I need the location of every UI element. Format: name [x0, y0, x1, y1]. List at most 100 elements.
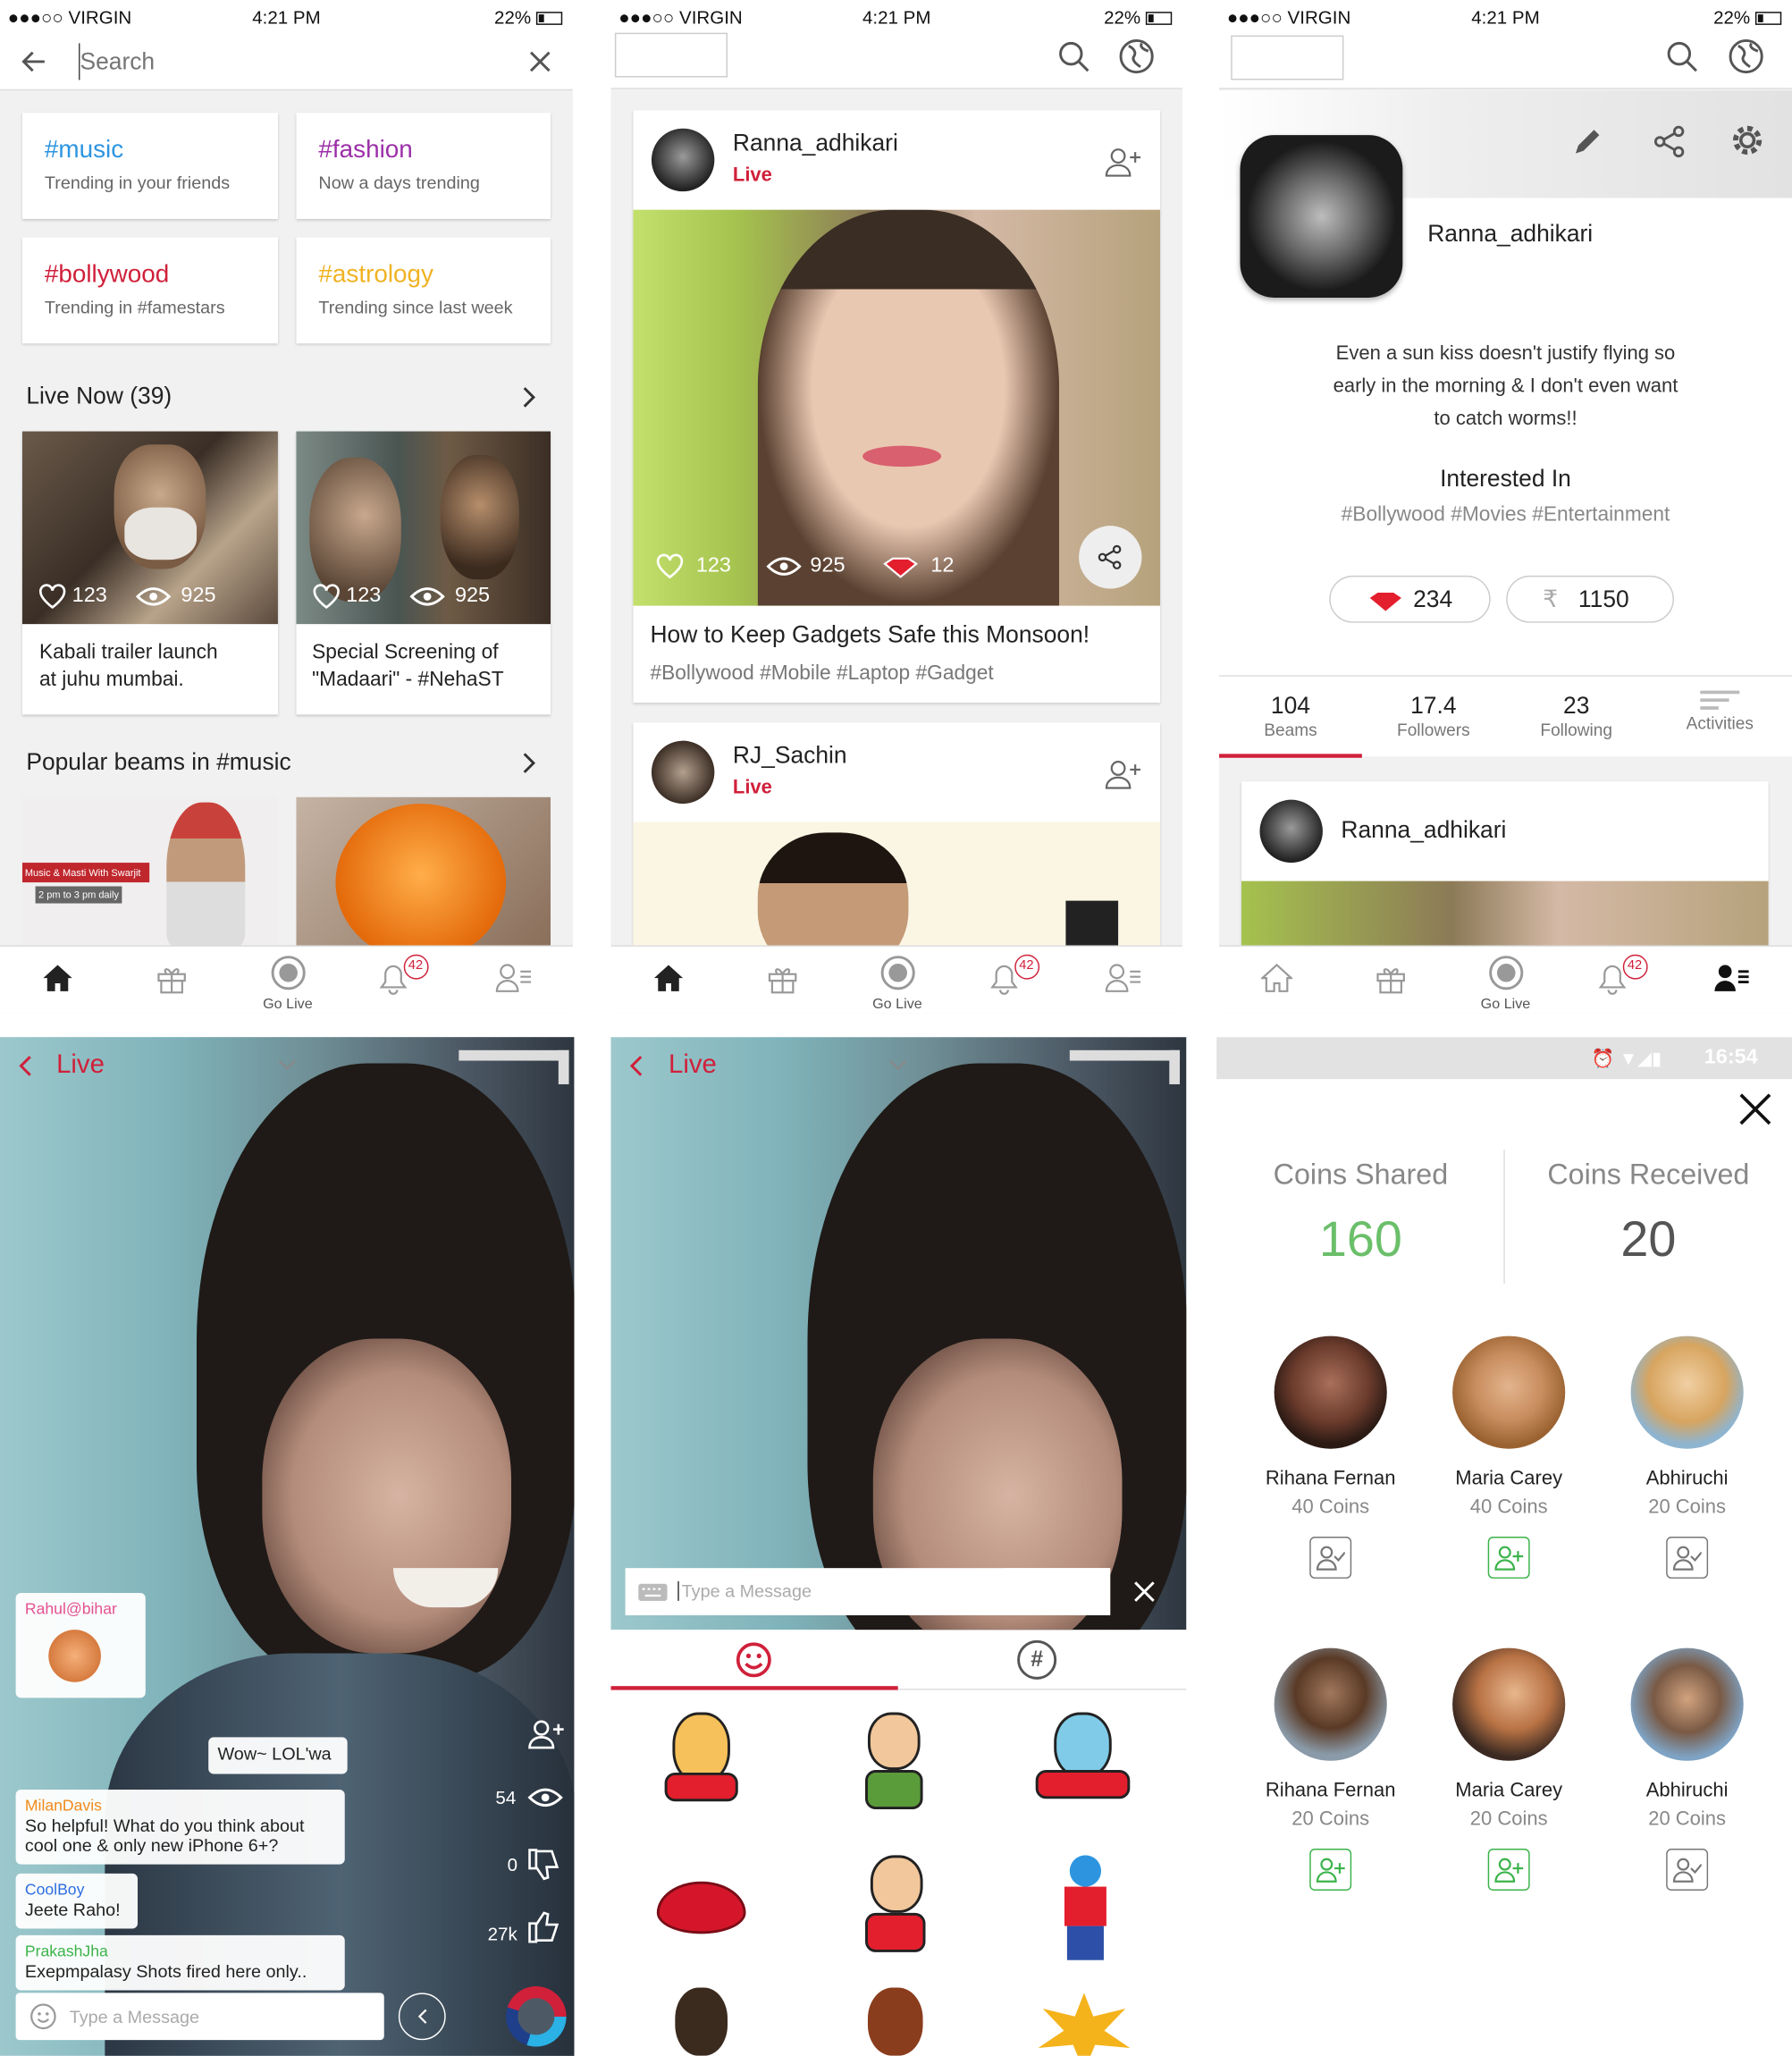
- profile-avatar[interactable]: [1240, 135, 1403, 298]
- nav-home[interactable]: [0, 947, 114, 1014]
- back-chevron-icon[interactable]: [17, 1054, 33, 1077]
- popular-thumbnail[interactable]: Music & Masti With Swarjit 2 pm to 3 pm …: [21, 796, 278, 948]
- go-live-ring-button[interactable]: [506, 1986, 567, 2047]
- back-chevron-icon[interactable]: [628, 1054, 644, 1077]
- sticker-buzz-off[interactable]: [842, 1855, 946, 1959]
- search-icon[interactable]: [1665, 39, 1699, 73]
- chevron-right-icon[interactable]: [522, 751, 538, 774]
- sticker-lips[interactable]: [649, 1855, 753, 1959]
- message-input[interactable]: Type a Message: [625, 1568, 1111, 1615]
- collapse-button[interactable]: [398, 1993, 446, 2041]
- nav-gifts[interactable]: [114, 947, 229, 1014]
- search-input[interactable]: [79, 43, 473, 80]
- search-screen: ●●●○○ VIRGIN 4:21 PM 22% #music Trending …: [0, 0, 573, 1014]
- tab-following[interactable]: 23 Following: [1505, 677, 1648, 758]
- gems-pill[interactable]: 234: [1329, 575, 1491, 623]
- following-button[interactable]: [1666, 1536, 1709, 1579]
- battery: 22%: [1713, 6, 1782, 28]
- clock: 4:21 PM: [252, 6, 321, 28]
- thumbs-down-icon[interactable]: [525, 1845, 564, 1884]
- follow-button[interactable]: [1309, 1849, 1352, 1891]
- dislike-count: 0: [507, 1853, 518, 1875]
- follow-button[interactable]: [1487, 1849, 1530, 1891]
- post-username[interactable]: Ranna_adhikari: [1341, 817, 1506, 845]
- tag-card-astrology[interactable]: #astrology Trending since last week: [296, 237, 551, 344]
- avatar[interactable]: [651, 740, 715, 805]
- sticker-girl[interactable]: [842, 1987, 946, 2056]
- corner-tag: [459, 1049, 569, 1084]
- sticker-duuuude[interactable]: [1031, 1712, 1135, 1817]
- tag-card-music[interactable]: #music Trending in your friends: [21, 113, 278, 219]
- edit-pencil-icon[interactable]: [1570, 124, 1604, 158]
- nav-home[interactable]: [1219, 947, 1333, 1014]
- sticker-punch[interactable]: [1031, 1988, 1135, 2056]
- tab-emoji[interactable]: [610, 1630, 898, 1690]
- avatar[interactable]: [1630, 1647, 1744, 1761]
- share-button[interactable]: [1079, 526, 1142, 589]
- following-button[interactable]: [1666, 1849, 1709, 1891]
- sticker-mind-it[interactable]: [842, 1712, 946, 1817]
- nav-gifts[interactable]: [725, 947, 839, 1014]
- live-card[interactable]: 123 925 Special Screening of "Madaari" -…: [296, 431, 551, 715]
- smiley-icon[interactable]: [29, 2002, 57, 2031]
- chevron-down-icon[interactable]: [888, 1058, 908, 1072]
- post-username[interactable]: RJ_Sachin: [733, 742, 847, 770]
- gear-icon[interactable]: [1728, 121, 1767, 160]
- tag-card-bollywood[interactable]: #bollywood Trending in #famestars: [21, 237, 278, 344]
- search-icon[interactable]: [1056, 39, 1090, 73]
- follow-user-icon[interactable]: [1105, 759, 1141, 790]
- rupee-pill[interactable]: ₹ 1150: [1506, 575, 1674, 623]
- chevron-down-icon[interactable]: [276, 1058, 297, 1072]
- nav-notifications[interactable]: 42: [1555, 947, 1670, 1014]
- share-icon[interactable]: [1653, 124, 1687, 158]
- tab-hashtag[interactable]: #: [898, 1630, 1187, 1689]
- nav-go-live[interactable]: Go Live: [231, 947, 345, 1014]
- tab-followers[interactable]: 17.4 Followers: [1362, 677, 1505, 758]
- tab-beams[interactable]: 104 Beams: [1219, 677, 1362, 758]
- hashtag-icon: #: [1017, 1639, 1057, 1680]
- post-image[interactable]: 123 925 12: [633, 209, 1161, 606]
- add-user-icon[interactable]: [527, 1719, 567, 1750]
- keyboard-icon[interactable]: [637, 1582, 669, 1602]
- post-title[interactable]: How to Keep Gadgets Safe this Monsoon!: [650, 621, 1090, 649]
- avatar[interactable]: [1274, 1336, 1387, 1449]
- post-username[interactable]: Ranna_adhikari: [733, 130, 898, 157]
- following-button[interactable]: [1309, 1536, 1352, 1579]
- globe-icon[interactable]: [1728, 38, 1764, 75]
- battery: 22%: [494, 6, 563, 28]
- profile-post-card[interactable]: Ranna_adhikari: [1241, 781, 1769, 952]
- globe-icon[interactable]: [1118, 38, 1155, 75]
- nav-home[interactable]: [610, 947, 725, 1014]
- nav-gifts[interactable]: [1333, 947, 1448, 1014]
- nav-notifications[interactable]: 42: [335, 947, 450, 1014]
- nav-profile[interactable]: [456, 947, 570, 1014]
- avatar[interactable]: [1452, 1336, 1566, 1449]
- chevron-right-icon[interactable]: [522, 385, 538, 409]
- live-card[interactable]: 123 925 Kabali trailer launch at juhu mu…: [21, 431, 278, 715]
- like-count: 123: [346, 585, 382, 608]
- avatar[interactable]: [1630, 1336, 1744, 1449]
- nav-notifications[interactable]: 42: [946, 947, 1061, 1014]
- nav-profile[interactable]: [1065, 947, 1180, 1014]
- user-check-icon: [1316, 1546, 1345, 1571]
- close-icon[interactable]: [528, 50, 551, 73]
- nav-profile[interactable]: [1674, 947, 1788, 1014]
- eye-icon: [766, 557, 802, 576]
- sticker-woman[interactable]: [649, 1987, 753, 2056]
- nav-go-live[interactable]: Go Live: [840, 947, 955, 1014]
- follow-user-icon[interactable]: [1105, 147, 1141, 178]
- follow-button[interactable]: [1487, 1536, 1530, 1579]
- close-icon[interactable]: [1132, 1580, 1156, 1603]
- sticker-dancer[interactable]: [1031, 1855, 1135, 1960]
- avatar[interactable]: [1274, 1647, 1387, 1761]
- thumbs-up-icon[interactable]: [525, 1908, 564, 1947]
- nav-go-live[interactable]: Go Live: [1449, 947, 1563, 1014]
- popular-thumbnail[interactable]: [296, 796, 551, 948]
- message-input[interactable]: Type a Message: [15, 1993, 384, 2041]
- tab-activities[interactable]: Activities: [1648, 677, 1792, 758]
- avatar[interactable]: [1452, 1647, 1566, 1761]
- sticker-omg[interactable]: [649, 1712, 753, 1817]
- back-arrow-icon[interactable]: [21, 48, 46, 74]
- avatar[interactable]: [651, 128, 715, 192]
- tag-card-fashion[interactable]: #fashion Now a days trending: [296, 113, 551, 219]
